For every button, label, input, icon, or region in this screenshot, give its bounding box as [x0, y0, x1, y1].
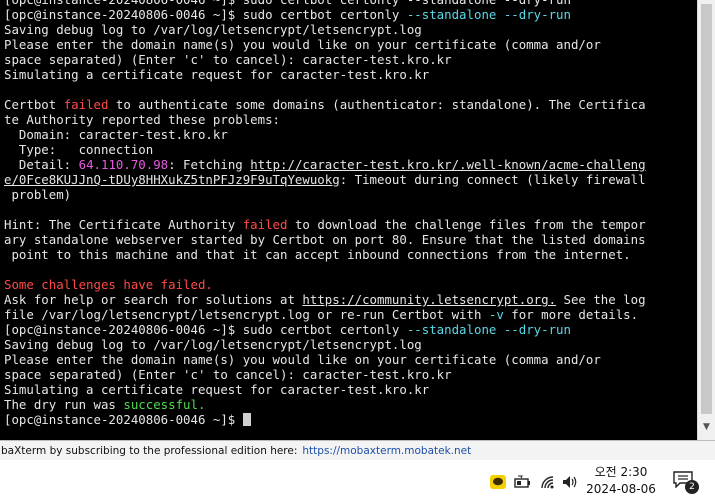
terminal-text: --standalone --dry-run — [406, 322, 571, 337]
terminal-line: Saving debug log to /var/log/letsencrypt… — [4, 337, 646, 352]
clock-date: 2024-08-06 — [586, 482, 656, 496]
terminal-text: Certbot — [4, 97, 64, 112]
terminal-line: [opc@instance-20240806-0046 ~]$ — [4, 412, 646, 427]
terminal-text: -v — [488, 307, 504, 322]
terminal-text: Some challenges have failed. — [4, 277, 213, 292]
terminal-text: [opc@instance-20240806-0046 ~]$ sudo cer… — [4, 7, 407, 22]
terminal-line: Detail: 64.110.70.98: Fetching http://ca… — [4, 157, 646, 172]
terminal-text: Type: connection — [4, 142, 154, 157]
terminal-link[interactable]: http://caracter-test.kro.kr/.well-known/… — [250, 157, 645, 172]
terminal-text: Saving debug log to /var/log/letsencrypt… — [4, 22, 422, 37]
terminal-text: : Fetching — [168, 157, 251, 172]
terminal-line: file /var/log/letsencrypt/letsencrypt.lo… — [4, 307, 646, 322]
terminal-text: te Authority reported these problems: — [4, 112, 281, 127]
terminal-line: Simulating a certificate request for car… — [4, 382, 646, 397]
terminal-text: Ask for help or search for solutions at — [4, 292, 303, 307]
scroll-down-arrow-icon[interactable]: ▼ — [698, 418, 715, 436]
terminal-text: See the log — [556, 292, 646, 307]
terminal-text: Hint: The Certificate Authority — [4, 217, 243, 232]
terminal-text: space separated) (Enter 'c' to cancel): … — [4, 52, 452, 67]
status-bar-text: baXterm by subscribing to the profession… — [1, 444, 298, 457]
terminal-line: point to this machine and that it can ac… — [4, 247, 646, 262]
battery-icon[interactable] — [513, 473, 533, 491]
terminal-text: The dry run was — [4, 397, 124, 412]
terminal-text: [opc@instance-20240806-0046 ~]$ — [4, 412, 243, 427]
kakaotalk-icon[interactable] — [489, 473, 507, 491]
terminal-line: Type: connection — [4, 142, 646, 157]
terminal-text: Please enter the domain name(s) you woul… — [4, 37, 601, 52]
terminal-text: point to this machine and that it can ac… — [4, 247, 631, 262]
terminal-line: problem) — [4, 187, 646, 202]
terminal-text: failed — [242, 217, 288, 232]
taskbar-clock[interactable]: 오전 2:30 2024-08-06 — [583, 464, 659, 498]
notification-center-button[interactable]: 2 — [672, 470, 702, 496]
terminal-line: Some challenges have failed. — [4, 277, 646, 292]
terminal-line: Certbot failed to authenticate some doma… — [4, 97, 646, 112]
clock-time: 오전 2:30 — [594, 465, 648, 479]
terminal-window[interactable]: [opc@instance-20240806-0046 ~]$ sudo cer… — [0, 0, 697, 440]
terminal-cursor — [242, 413, 251, 426]
terminal-text: successful. — [123, 397, 206, 412]
terminal-text: [opc@instance-20240806-0046 ~]$ sudo cer… — [4, 0, 571, 7]
terminal-output: [opc@instance-20240806-0046 ~]$ sudo cer… — [4, 0, 646, 427]
terminal-scrollbar[interactable]: ▼ — [697, 0, 715, 440]
terminal-line: Saving debug log to /var/log/letsencrypt… — [4, 22, 646, 37]
terminal-text: for more details. — [503, 307, 639, 322]
terminal-line: [opc@instance-20240806-0046 ~]$ sudo cer… — [4, 0, 646, 7]
terminal-line: ary standalone webserver started by Cert… — [4, 232, 646, 247]
terminal-line: Ask for help or search for solutions at … — [4, 292, 646, 307]
terminal-line: The dry run was successful. — [4, 397, 646, 412]
terminal-text: to authenticate some domains (authentica… — [108, 97, 646, 112]
terminal-text: to download the challenge files from the… — [287, 217, 646, 232]
status-bar: baXterm by subscribing to the profession… — [0, 440, 715, 460]
terminal-text: : Timeout during connect (likely firewal… — [339, 172, 646, 187]
terminal-text: Simulating a certificate request for car… — [4, 67, 430, 82]
terminal-text: --standalone --dry-run — [406, 7, 571, 22]
terminal-text: ary standalone webserver started by Cert… — [4, 232, 646, 247]
mobaxterm-link[interactable]: https://mobaxterm.mobatek.net — [302, 445, 471, 457]
terminal-text: Detail: — [4, 157, 79, 172]
wifi-icon[interactable] — [539, 473, 557, 491]
terminal-line: [opc@instance-20240806-0046 ~]$ sudo cer… — [4, 7, 646, 22]
terminal-text: Please enter the domain name(s) you woul… — [4, 352, 601, 367]
scrollbar-thumb[interactable] — [701, 4, 712, 414]
terminal-text: [opc@instance-20240806-0046 ~]$ sudo cer… — [4, 322, 407, 337]
terminal-line: te Authority reported these problems: — [4, 112, 646, 127]
terminal-line: Simulating a certificate request for car… — [4, 67, 646, 82]
volume-icon[interactable] — [561, 473, 579, 491]
notification-count-badge: 2 — [685, 480, 699, 494]
terminal-line: Hint: The Certificate Authority failed t… — [4, 217, 646, 232]
terminal-text: Simulating a certificate request for car… — [4, 382, 430, 397]
terminal-line: space separated) (Enter 'c' to cancel): … — [4, 52, 646, 67]
terminal-text: failed — [63, 97, 109, 112]
terminal-line: space separated) (Enter 'c' to cancel): … — [4, 367, 646, 382]
terminal-link[interactable]: e/0Fce8KUJJnQ-tDUy8HHXukZ5tnPFJz9F9uTqYe… — [4, 172, 340, 187]
terminal-line: Domain: caracter-test.kro.kr — [4, 127, 646, 142]
terminal-text: problem) — [4, 187, 72, 202]
terminal-text: Domain: caracter-test.kro.kr — [4, 127, 228, 142]
terminal-line: Please enter the domain name(s) you woul… — [4, 37, 646, 52]
terminal-line: Please enter the domain name(s) you woul… — [4, 352, 646, 367]
terminal-link[interactable]: https://community.letsencrypt.org. — [302, 292, 556, 307]
windows-taskbar: 오전 2:30 2024-08-06 2 — [0, 460, 715, 501]
terminal-text: space separated) (Enter 'c' to cancel): … — [4, 367, 452, 382]
terminal-text: file /var/log/letsencrypt/letsencrypt.lo… — [4, 307, 489, 322]
terminal-line: e/0Fce8KUJJnQ-tDUy8HHXukZ5tnPFJz9F9uTqYe… — [4, 172, 646, 187]
terminal-text: Saving debug log to /var/log/letsencrypt… — [4, 337, 422, 352]
terminal-text: 64.110.70.98 — [78, 157, 169, 172]
terminal-line: [opc@instance-20240806-0046 ~]$ sudo cer… — [4, 322, 646, 337]
